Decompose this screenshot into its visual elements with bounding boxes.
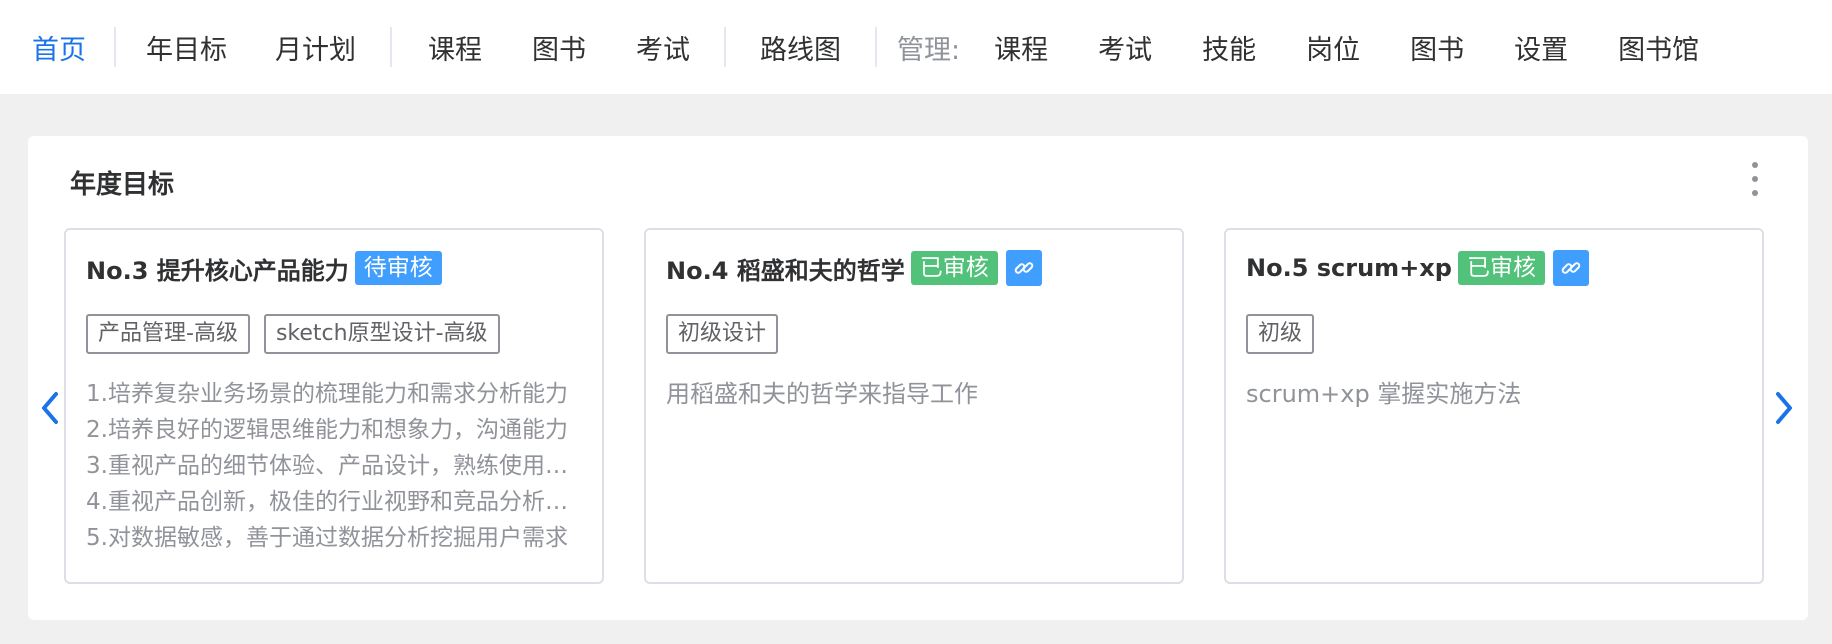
- link-icon[interactable]: [1552, 250, 1589, 286]
- more-vertical-icon[interactable]: [1748, 162, 1762, 202]
- goal-card[interactable]: No.3 提升核心产品能力 待审核 产品管理-高级 sketch原型设计-高级 …: [64, 228, 604, 584]
- card-header: No.5 scrum+xp 已审核: [1246, 250, 1589, 286]
- nav-month-plan[interactable]: 月计划: [275, 28, 356, 67]
- chevron-left-icon[interactable]: [36, 388, 64, 428]
- goal-description-line: 1.培养复杂业务场景的梳理能力和需求分析能力: [86, 381, 568, 407]
- nav-courses[interactable]: 课程: [428, 28, 482, 67]
- link-icon[interactable]: [1005, 250, 1042, 286]
- nav-divider: [114, 27, 116, 67]
- goal-description: scrum+xp 掌握实施方法: [1246, 380, 1522, 408]
- chevron-right-icon[interactable]: [1770, 388, 1798, 428]
- goal-title: No.3 提升核心产品能力: [86, 256, 349, 285]
- status-badge: 已审核: [910, 251, 998, 285]
- nav-manage-books[interactable]: 图书: [1410, 28, 1464, 67]
- skill-tag: sketch原型设计-高级: [263, 314, 500, 354]
- status-badge: 待审核: [354, 251, 442, 285]
- nav-manage-label: 管理:: [897, 34, 961, 66]
- nav-year-goals[interactable]: 年目标: [146, 28, 227, 67]
- nav-manage-library[interactable]: 图书馆: [1618, 28, 1699, 67]
- nav-exams[interactable]: 考试: [636, 28, 690, 67]
- nav-home[interactable]: 首页: [32, 28, 86, 67]
- goal-description-line: 4.重视产品创新，极佳的行业视野和竞品分析能力: [86, 489, 568, 515]
- nav-manage-settings[interactable]: 设置: [1514, 28, 1568, 67]
- top-navigation: 首页 年目标 月计划 课程 图书 考试 路线图 管理: 课程 考试 技能 岗位 …: [0, 0, 1832, 94]
- tag-list: 初级设计: [666, 314, 779, 354]
- status-badge: 已审核: [1457, 251, 1545, 285]
- goal-description-list: 1.培养复杂业务场景的梳理能力和需求分析能力 2.培养良好的逻辑思维能力和想象力…: [86, 376, 568, 556]
- nav-divider: [390, 27, 392, 67]
- tag-list: 产品管理-高级 sketch原型设计-高级: [86, 314, 500, 354]
- goal-title: No.4 稻盛和夫的哲学: [666, 256, 905, 285]
- goal-card[interactable]: No.4 稻盛和夫的哲学 已审核 初级设计 用稻盛和夫的哲学来指导工作: [644, 228, 1184, 584]
- nav-roadmap[interactable]: 路线图: [760, 28, 841, 67]
- goal-title: No.5 scrum+xp: [1246, 254, 1452, 282]
- card-header: No.4 稻盛和夫的哲学 已审核: [666, 250, 1042, 286]
- nav-manage-courses[interactable]: 课程: [994, 28, 1048, 67]
- nav-books[interactable]: 图书: [532, 28, 586, 67]
- goal-card[interactable]: No.5 scrum+xp 已审核 初级 scrum+xp 掌握实施方法: [1224, 228, 1764, 584]
- nav-manage-exams[interactable]: 考试: [1098, 28, 1152, 67]
- nav-manage-positions[interactable]: 岗位: [1306, 28, 1360, 67]
- card-header: No.3 提升核心产品能力 待审核: [86, 250, 442, 286]
- annual-goals-panel: 年度目标 No.3 提升核心产品能力 待审核 产品管理-高级 sketch原型设…: [28, 136, 1808, 620]
- tag-list: 初级: [1246, 314, 1315, 354]
- nav-divider: [724, 27, 726, 67]
- skill-tag: 初级: [1246, 314, 1315, 354]
- goal-description: 用稻盛和夫的哲学来指导工作: [666, 380, 978, 408]
- nav-divider: [875, 27, 877, 67]
- skill-tag: 初级设计: [666, 314, 779, 354]
- panel-title: 年度目标: [70, 170, 175, 200]
- nav-manage-skills[interactable]: 技能: [1202, 28, 1256, 67]
- goal-description-line: 3.重视产品的细节体验、产品设计，熟练使用原型工具: [86, 453, 568, 479]
- goal-description-line: 5.对数据敏感，善于通过数据分析挖掘用户需求: [86, 525, 568, 551]
- goal-description-line: 2.培养良好的逻辑思维能力和想象力，沟通能力: [86, 417, 568, 443]
- skill-tag: 产品管理-高级: [86, 314, 250, 354]
